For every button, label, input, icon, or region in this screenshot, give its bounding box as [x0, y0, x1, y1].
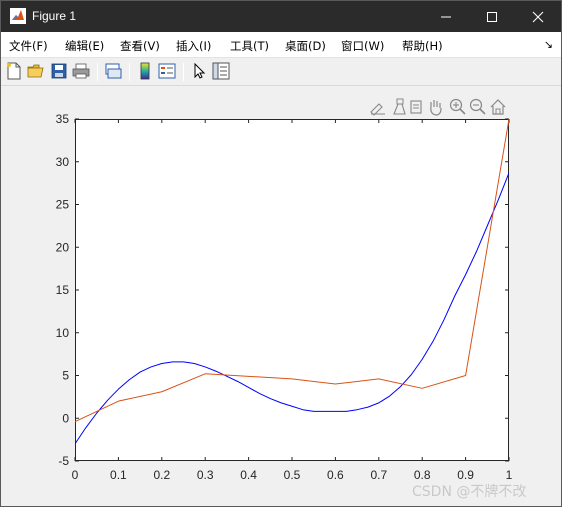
x-tick-label: 0.6	[327, 468, 344, 482]
x-tick-label: 0.3	[197, 468, 214, 482]
x-tick-label: 0.4	[240, 468, 257, 482]
series-line-red[interactable]	[75, 119, 509, 423]
x-tick-label: 0.7	[370, 468, 387, 482]
x-tick-label: 0	[72, 468, 79, 482]
y-tick-label: 25	[56, 198, 70, 212]
y-tick-label: 35	[56, 112, 70, 126]
y-tick-label: 20	[56, 240, 70, 254]
series-line-blue[interactable]	[75, 172, 509, 445]
y-tick-label: 10	[56, 326, 70, 340]
x-tick-label: 1	[506, 468, 513, 482]
y-tick-label: 30	[56, 155, 70, 169]
figure-window: Figure 1 文件(F) 编辑(E) 查看(V) 插入(I) 工具(T) 桌…	[0, 0, 562, 507]
x-tick-label: 0.1	[110, 468, 127, 482]
x-tick-label: 0.5	[284, 468, 301, 482]
x-tick-label: 0.2	[153, 468, 170, 482]
y-tick-label: 15	[56, 283, 70, 297]
x-tick-label: 0.9	[457, 468, 474, 482]
line-chart: 0 0.1 0.2 0.3 0.4 0.5 0.6 0.7 0.8 0.9 1-5051015202…	[56, 112, 513, 482]
y-tick-label: 5	[62, 369, 69, 383]
y-tick-label: 0	[62, 411, 69, 425]
x-tick-label: 0.8	[414, 468, 431, 482]
watermark: CSDN @不牌不改	[412, 484, 527, 500]
y-tick-label: -5	[58, 454, 69, 468]
